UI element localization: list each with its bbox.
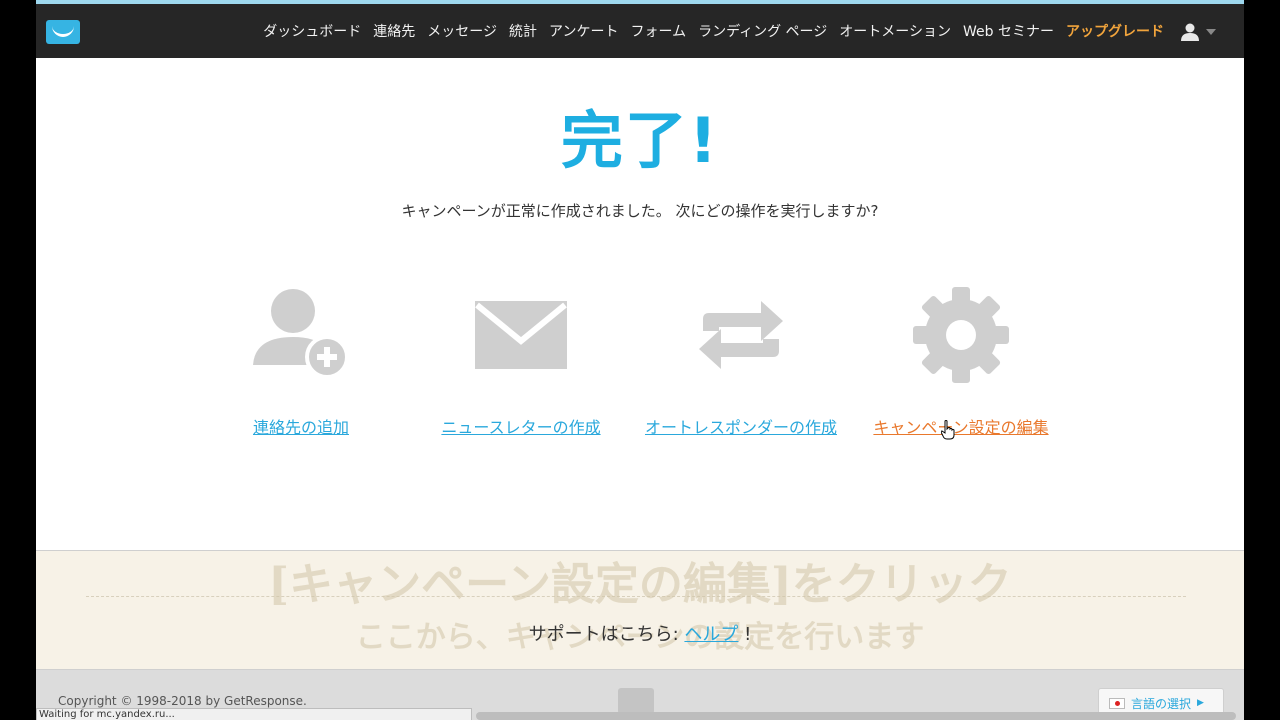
support-suffix: ! (738, 624, 752, 645)
repeat-icon (699, 301, 783, 369)
create-newsletter-link[interactable]: ニュースレターの作成 (441, 414, 600, 438)
nav-item-statistics[interactable]: 統計 (509, 21, 537, 41)
page-title: 完了! (560, 104, 720, 177)
success-message: キャンペーンが正常に作成されました。 次にどの操作を実行しますか? (401, 202, 879, 220)
nav-item-automation[interactable]: オートメーション (839, 21, 951, 41)
user-menu[interactable] (1180, 22, 1220, 42)
caret-right-icon: ▶ (1197, 698, 1204, 708)
support-text: サポートはこちら: (528, 624, 685, 645)
nav-item-landing-pages[interactable]: ランディング ページ (698, 21, 827, 41)
japan-flag-icon (1109, 697, 1125, 709)
nav-item-messages[interactable]: メッセージ (427, 21, 497, 41)
create-newsletter-action[interactable]: ニュースレターの作成 (406, 280, 636, 438)
horizontal-scrollbar[interactable] (476, 712, 1236, 720)
create-autoresponder-action[interactable]: オートレスポンダーの作成 (626, 280, 856, 438)
footer-logo-icon (618, 688, 654, 714)
copyright-text: Copyright © 1998-2018 by GetResponse. (58, 694, 307, 708)
nav-item-surveys[interactable]: アンケート (549, 21, 618, 41)
browser-page: ダッシュボード 連絡先 メッセージ 統計 アンケート フォーム ランディング ペ… (36, 0, 1244, 720)
add-contact-action[interactable]: 連絡先の追加 (186, 280, 416, 438)
create-autoresponder-link[interactable]: オートレスポンダーの作成 (645, 414, 837, 438)
tutorial-caption-title: [キャンペーン設定の編集]をクリック (268, 559, 1012, 610)
help-link[interactable]: ヘルプ (684, 624, 738, 645)
nav-item-dashboard[interactable]: ダッシュボード (263, 21, 361, 41)
hand-cursor-icon (941, 420, 955, 440)
nav-item-webinars[interactable]: Web セミナー (963, 21, 1054, 41)
main-nav: ダッシュボード 連絡先 メッセージ 統計 アンケート フォーム ランディング ペ… (263, 4, 1164, 58)
caret-down-icon (1206, 29, 1216, 35)
support-line: サポートはこちら: ヘルプ ! (36, 620, 1244, 646)
add-contact-link[interactable]: 連絡先の追加 (253, 414, 349, 438)
top-navigation-bar: ダッシュボード 連絡先 メッセージ 統計 アンケート フォーム ランディング ペ… (36, 0, 1244, 58)
edit-campaign-settings-link[interactable]: キャンペーン設定の編集 (873, 414, 1048, 438)
user-icon (1181, 23, 1199, 41)
browser-status-bar: Waiting for mc.yandex.ru... (36, 708, 472, 720)
nav-item-contacts[interactable]: 連絡先 (373, 21, 415, 41)
getresponse-logo-icon[interactable] (46, 20, 80, 44)
envelope-icon (475, 301, 567, 369)
nav-item-forms[interactable]: フォーム (630, 21, 686, 41)
nav-item-upgrade[interactable]: アップグレード (1066, 21, 1164, 41)
language-selector-label: 言語の選択 (1131, 696, 1192, 711)
gear-icon (913, 287, 1009, 383)
add-contact-icon (253, 289, 349, 379)
edit-campaign-settings-action[interactable]: キャンペーン設定の編集 (846, 280, 1076, 438)
